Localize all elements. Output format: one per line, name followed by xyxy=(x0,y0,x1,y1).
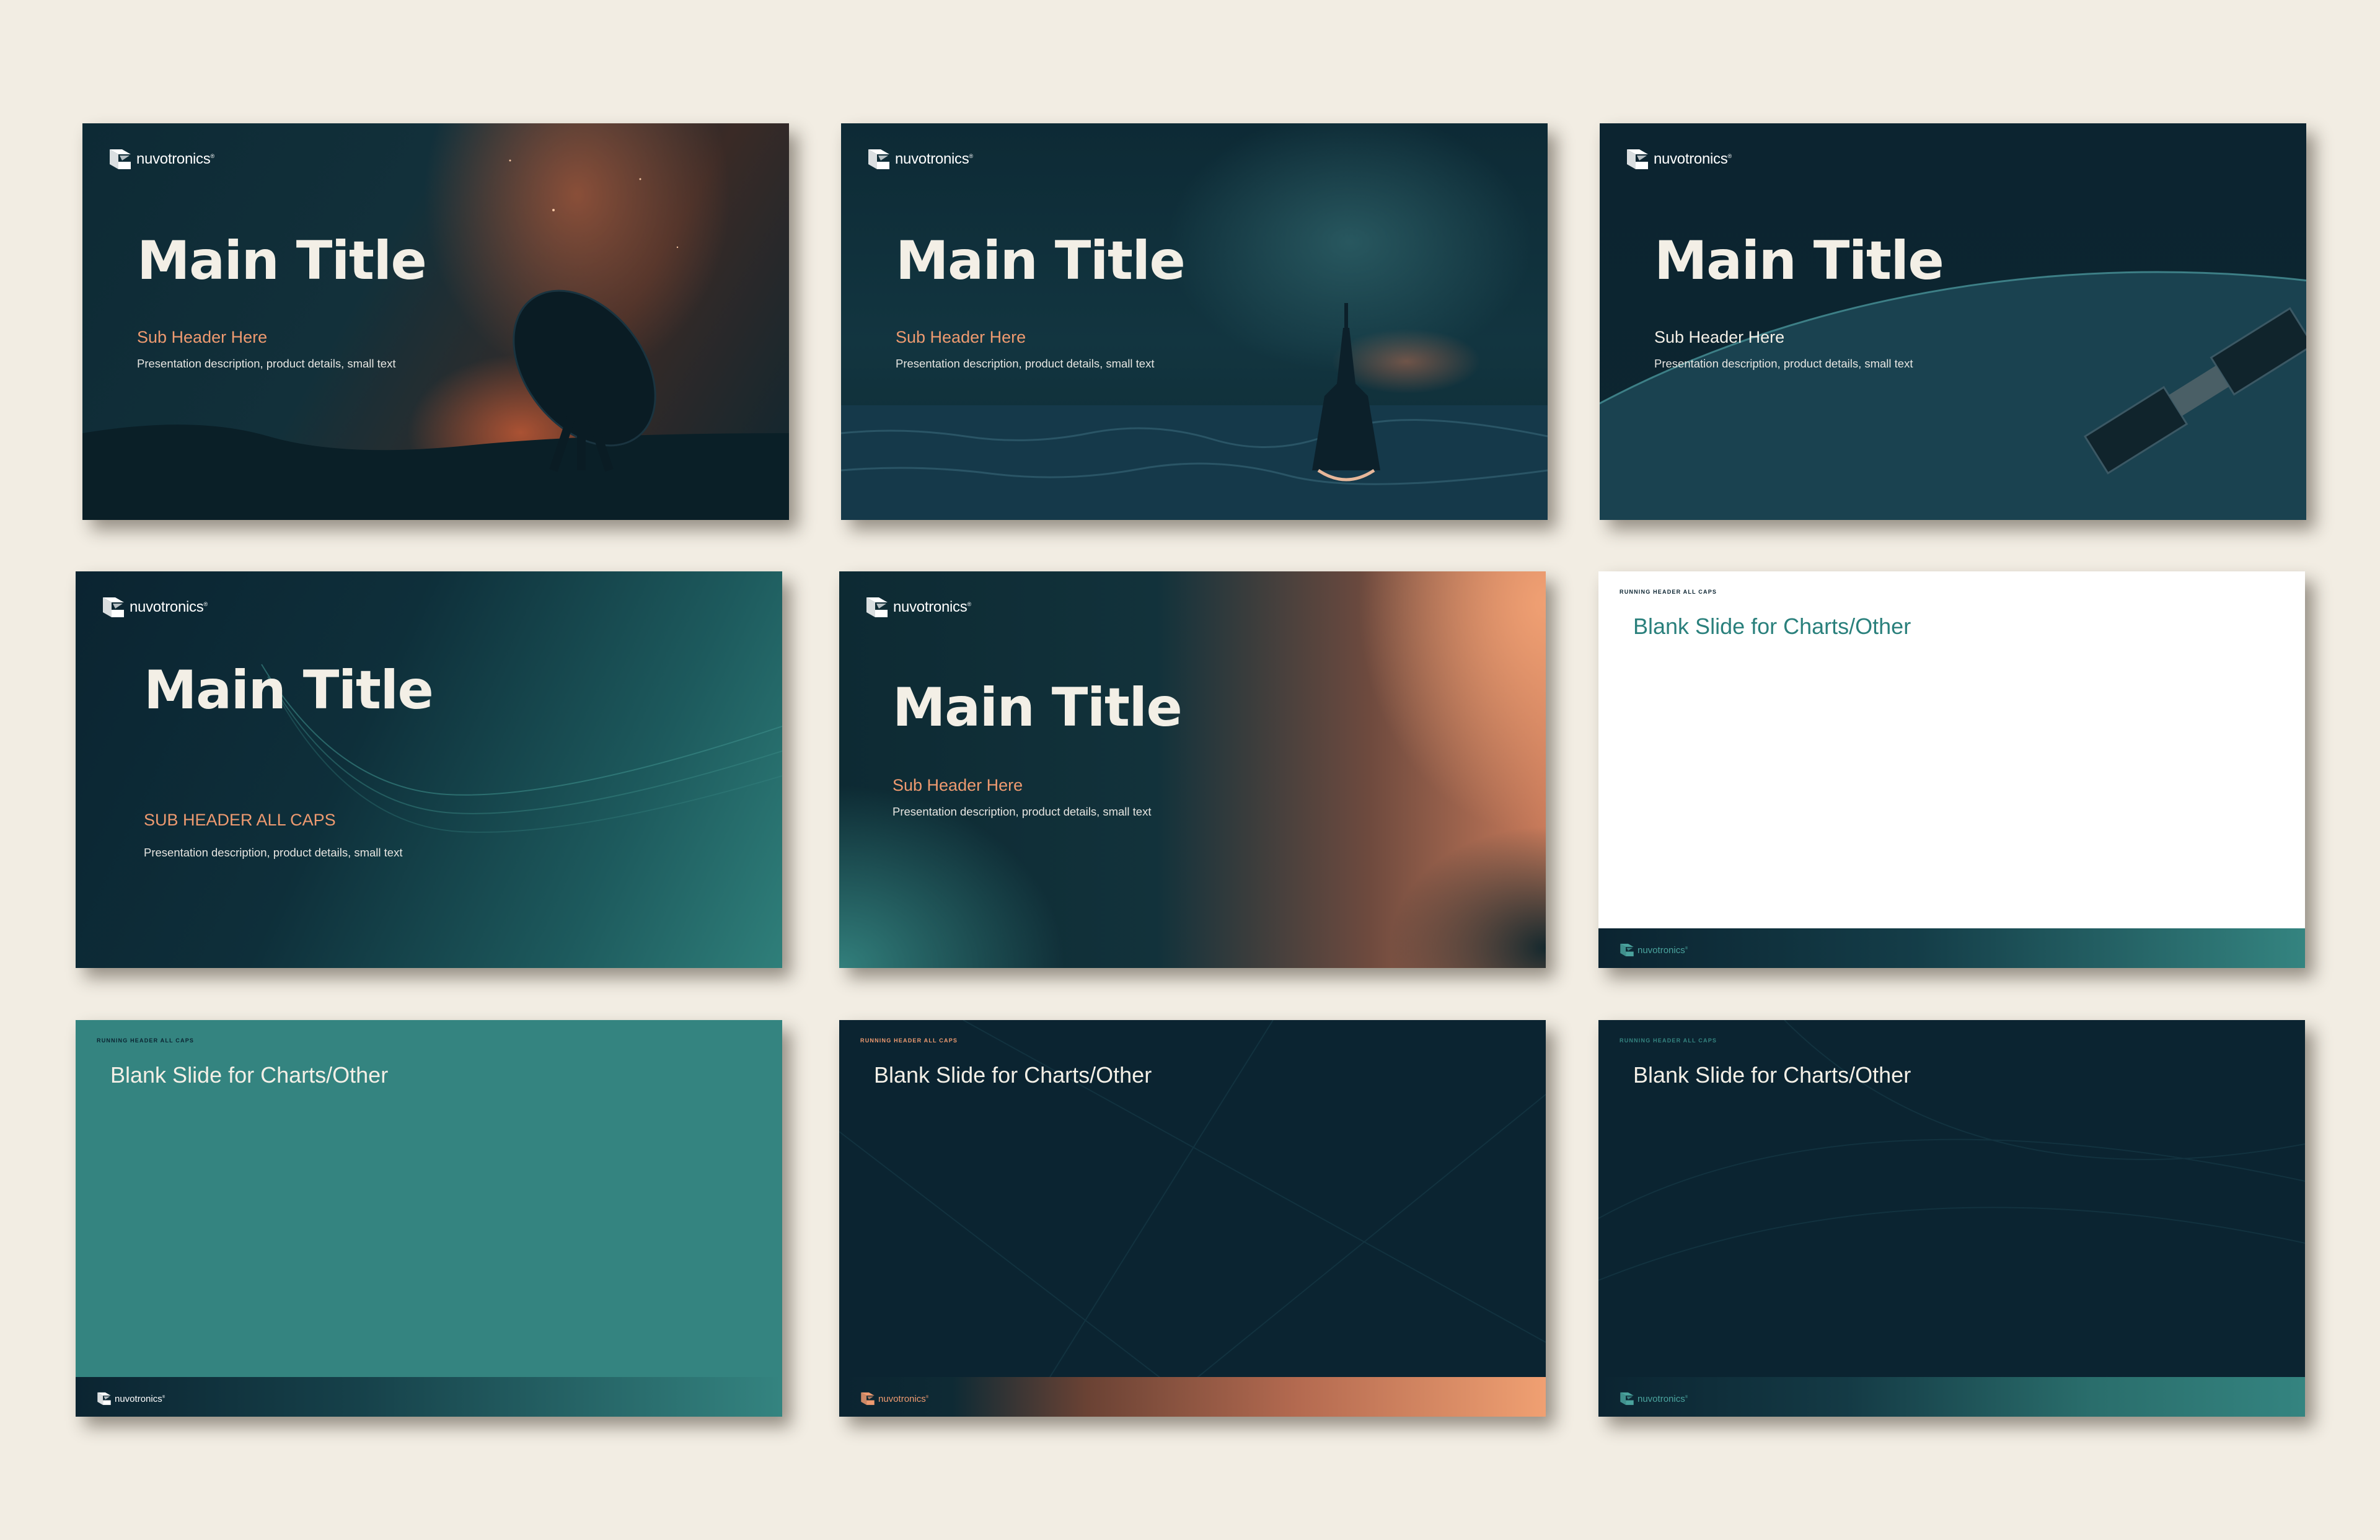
brand-wordmark: nuvotronics® xyxy=(1637,944,1688,956)
slide-footer-bar xyxy=(1598,1377,2305,1417)
slide-description: Presentation description, product detail… xyxy=(892,805,1152,818)
brand-wordmark: nuvotronics® xyxy=(895,151,973,167)
nuvotronics-logo-icon xyxy=(97,1391,112,1407)
footer-logo: nuvotronics® xyxy=(1620,1391,1688,1407)
telescope-silhouette xyxy=(82,159,789,520)
slide-title-satellite[interactable]: nuvotronics® Main Title Sub Header Here … xyxy=(1600,123,2306,520)
slide-subheader: SUB HEADER ALL CAPS xyxy=(144,811,336,829)
footer-logo: nuvotronics® xyxy=(860,1391,928,1407)
slide-blank-white[interactable]: RUNNING HEADER ALL CAPS Blank Slide for … xyxy=(1598,571,2305,968)
slide-subheader: Sub Header Here xyxy=(896,328,1026,346)
earth-satellite-image xyxy=(1600,271,2306,520)
brand-logo: nuvotronics® xyxy=(102,595,208,620)
slide-subheader: Sub Header Here xyxy=(892,776,1023,794)
slide-blank-title: Blank Slide for Charts/Other xyxy=(1633,614,1911,639)
brand-wordmark: nuvotronics® xyxy=(115,1393,165,1404)
brand-logo: nuvotronics® xyxy=(108,147,214,172)
brand-wordmark: nuvotronics® xyxy=(1637,1393,1688,1404)
nuvotronics-logo-icon xyxy=(860,1391,875,1407)
slide-title-warship[interactable]: nuvotronics® Main Title Sub Header Here … xyxy=(841,123,1548,520)
slide-subheader: Sub Header Here xyxy=(1654,328,1785,346)
slide-description: Presentation description, product detail… xyxy=(896,357,1155,370)
slide-blank-navy-orange[interactable]: RUNNING HEADER ALL CAPS Blank Slide for … xyxy=(839,1020,1546,1417)
nuvotronics-logo-icon xyxy=(1620,1391,1634,1407)
running-header: RUNNING HEADER ALL CAPS xyxy=(1620,589,1717,595)
slide-description: Presentation description, product detail… xyxy=(137,357,396,370)
wave-lines-decoration xyxy=(261,664,782,833)
slide-footer-bar xyxy=(1598,928,2305,968)
footer-logo: nuvotronics® xyxy=(1620,942,1688,958)
slide-description: Presentation description, product detail… xyxy=(144,846,403,859)
slide-title: Main Title xyxy=(137,230,427,292)
nuvotronics-logo-icon xyxy=(867,147,891,172)
slide-background-gradient xyxy=(839,571,1546,968)
slide-blank-title: Blank Slide for Charts/Other xyxy=(1633,1062,1911,1088)
nuvotronics-logo-icon xyxy=(1620,942,1634,958)
nuvotronics-logo-icon xyxy=(865,595,889,620)
slide-title: Main Title xyxy=(896,230,1186,292)
brand-wordmark: nuvotronics® xyxy=(1654,151,1732,167)
slide-footer-bar xyxy=(839,1377,1546,1417)
brand-wordmark: nuvotronics® xyxy=(878,1393,929,1404)
slide-subheader: Sub Header Here xyxy=(137,328,268,346)
nuvotronics-logo-icon xyxy=(102,595,125,620)
brand-wordmark: nuvotronics® xyxy=(893,599,971,615)
slide-blank-navy-teal[interactable]: RUNNING HEADER ALL CAPS Blank Slide for … xyxy=(1598,1020,2305,1417)
slide-title: Main Title xyxy=(892,677,1183,739)
brand-logo: nuvotronics® xyxy=(865,595,971,620)
nuvotronics-logo-icon xyxy=(1626,147,1649,172)
slide-title-orange-gradient[interactable]: nuvotronics® Main Title Sub Header Here … xyxy=(839,571,1546,968)
slide-title-teal-wave[interactable]: nuvotronics® Main Title SUB HEADER ALL C… xyxy=(76,571,782,968)
slide-description: Presentation description, product detail… xyxy=(1654,357,1913,370)
running-header: RUNNING HEADER ALL CAPS xyxy=(860,1037,958,1044)
slide-footer-bar xyxy=(76,1377,782,1417)
running-header: RUNNING HEADER ALL CAPS xyxy=(1620,1037,1717,1044)
slide-blank-title: Blank Slide for Charts/Other xyxy=(874,1062,1152,1088)
brand-wordmark: nuvotronics® xyxy=(130,599,208,615)
slide-blank-title: Blank Slide for Charts/Other xyxy=(110,1062,389,1088)
slide-title: Main Title xyxy=(144,659,434,721)
brand-wordmark: nuvotronics® xyxy=(136,151,214,167)
brand-logo: nuvotronics® xyxy=(867,147,973,172)
slide-title: Main Title xyxy=(1654,230,1944,292)
slide-title-telescope[interactable]: nuvotronics® Main Title Sub Header Here … xyxy=(82,123,789,520)
warship-silhouette xyxy=(841,303,1548,520)
footer-logo: nuvotronics® xyxy=(97,1391,165,1407)
slide-blank-teal[interactable]: RUNNING HEADER ALL CAPS Blank Slide for … xyxy=(76,1020,782,1417)
nuvotronics-logo-icon xyxy=(108,147,132,172)
brand-logo: nuvotronics® xyxy=(1626,147,1732,172)
running-header: RUNNING HEADER ALL CAPS xyxy=(97,1037,195,1044)
